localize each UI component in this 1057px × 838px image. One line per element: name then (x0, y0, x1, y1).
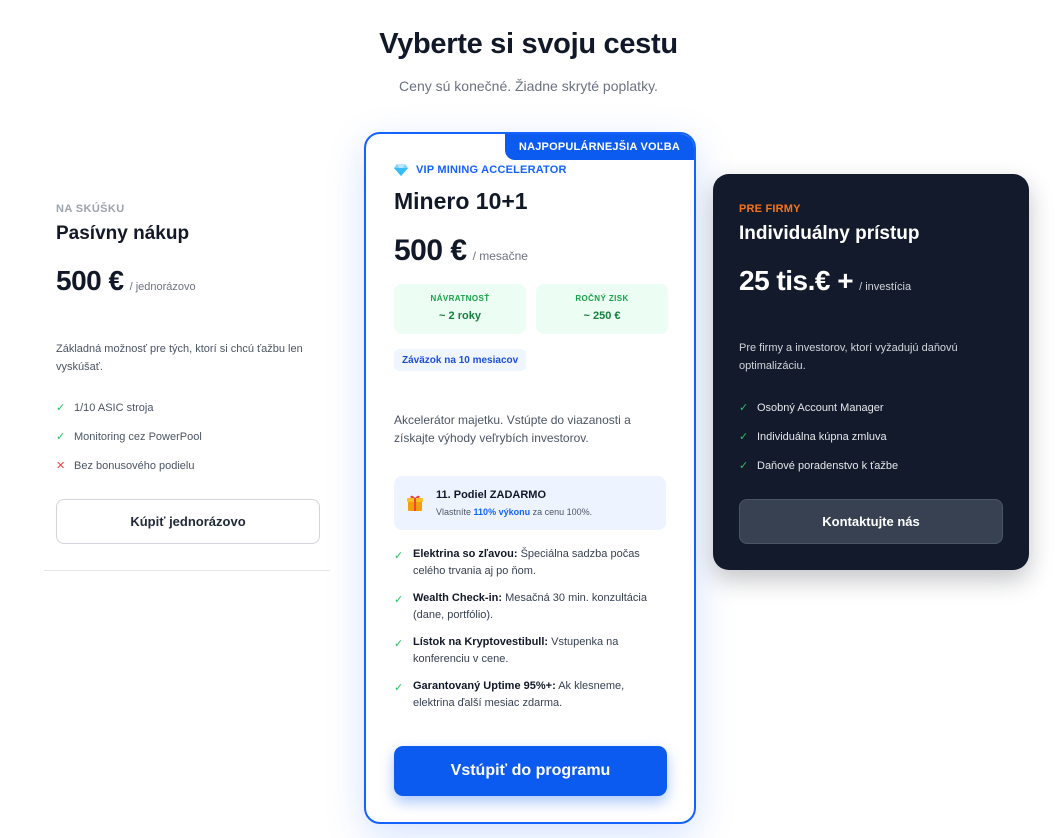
feature-text: Individuálna kúpna zmluva (757, 430, 887, 443)
bonus-subtitle: Vlastníte 110% výkonu za cenu 100%. (436, 507, 592, 517)
stat-label: ROČNÝ ZISK (575, 294, 629, 303)
plan-name: Minero 10+1 (394, 188, 528, 214)
feature-item: ✓ Garantovaný Uptime 95%+: Ak klesneme, … (394, 678, 664, 722)
feature-title: Elektrina so zľavou: (413, 548, 518, 560)
feature-list: ✓ 1/10 ASIC stroja ✓ Monitoring cez Powe… (56, 393, 202, 480)
stats-row: NÁVRATNOSŤ ~ 2 roky ROČNÝ ZISK ~ 250 € (394, 284, 668, 334)
plan-period: / jednorázovo (129, 281, 196, 293)
bonus-highlight: 110% výkonu (473, 507, 531, 517)
plan-description: Akcelerátor majetku. Vstúpte do viazanos… (394, 413, 631, 445)
price-row: 25 tis.€ + / investícia (739, 265, 911, 297)
contact-us-button[interactable]: Kontaktujte nás (739, 499, 1003, 544)
feature-title: Garantovaný Uptime 95%+: (413, 680, 556, 692)
plan-period: / mesačne (472, 249, 528, 263)
feature-item: ✓ Osobný Account Manager (739, 393, 898, 422)
commitment-badge: Záväzok na 10 mesiacov (394, 349, 527, 371)
check-icon: ✓ (56, 431, 66, 443)
buy-once-button[interactable]: Kúpiť jednorázovo (56, 499, 320, 544)
plan-card-basic: NA SKÚŠKU Pasívny nákup 500 € / jednoráz… (44, 175, 330, 571)
feature-text: Wealth Check-in: Mesačná 30 min. konzult… (413, 590, 664, 624)
feature-text: 1/10 ASIC stroja (74, 401, 154, 414)
bonus-title: 11. Podiel ZADARMO (436, 489, 547, 501)
plan-period: / investícia (859, 281, 912, 293)
popular-badge: NAJPOPULÁRNEJŠIA VOĽBA (504, 134, 694, 160)
diamond-icon (394, 164, 408, 176)
feature-text: Lístok na Kryptovestibull: Vstupenka na … (413, 634, 664, 668)
stat-label: NÁVRATNOSŤ (430, 294, 490, 303)
bonus-text: 11. Podiel ZADARMO Vlastníte 110% výkonu… (436, 489, 592, 517)
feature-text: Osobný Account Manager (757, 401, 884, 414)
stat-value: ~ 250 € (583, 310, 621, 322)
plan-name: Pasívny nákup (56, 223, 190, 244)
bonus-sub-suffix: za cenu 100%. (532, 507, 593, 517)
feature-text: Daňové poradenstvo k ťažbe (757, 459, 899, 472)
plan-description: Pre firmy a investorov, ktorí vyžadujú d… (739, 342, 958, 372)
page-subtitle: Ceny sú konečné. Žiadne skryté poplatky. (399, 78, 658, 94)
feature-item: ✓ Elektrina so zľavou: Špeciálna sadzba … (394, 546, 664, 590)
feature-text: Bez bonusového podielu (74, 459, 195, 472)
plan-description: Základná možnosť pre tých, ktorí si chcú… (56, 343, 303, 373)
price-row: 500 € / mesačne (394, 234, 528, 268)
feature-title: Lístok na Kryptovestibull: (413, 636, 549, 648)
feature-item: ✓ Wealth Check-in: Mesačná 30 min. konzu… (394, 590, 664, 634)
plan-tag: VIP MINING ACCELERATOR (416, 164, 567, 176)
vip-tag-row: VIP MINING ACCELERATOR (394, 164, 567, 176)
stat-payback: NÁVRATNOSŤ ~ 2 roky (394, 284, 526, 334)
feature-item: ✓ Monitoring cez PowerPool (56, 422, 202, 451)
feature-text: Garantovaný Uptime 95%+: Ak klesneme, el… (413, 678, 664, 712)
plan-tag: PRE FIRMY (739, 203, 801, 215)
bonus-box: 11. Podiel ZADARMO Vlastníte 110% výkonu… (394, 476, 666, 530)
plan-price: 25 tis.€ + (739, 265, 854, 296)
stat-value: ~ 2 roky (439, 310, 481, 322)
stat-yearly-profit: ROČNÝ ZISK ~ 250 € (536, 284, 668, 334)
gift-icon (407, 495, 423, 511)
feature-text: Monitoring cez PowerPool (74, 430, 202, 443)
feature-item: ✕ Bez bonusového podielu (56, 451, 202, 480)
check-icon: ✓ (394, 638, 404, 650)
plan-price: 500 € (56, 265, 124, 296)
check-icon: ✓ (739, 431, 749, 443)
feature-item: ✓ Individuálna kúpna zmluva (739, 422, 898, 451)
check-icon: ✓ (56, 402, 66, 414)
check-icon: ✓ (739, 402, 749, 414)
price-row: 500 € / jednorázovo (56, 265, 196, 297)
bonus-sub-prefix: Vlastníte (436, 507, 472, 517)
plan-tag: NA SKÚŠKU (56, 203, 125, 215)
feature-item: ✓ 1/10 ASIC stroja (56, 393, 202, 422)
check-icon: ✓ (739, 460, 749, 472)
check-icon: ✓ (394, 550, 404, 562)
feature-item: ✓ Lístok na Kryptovestibull: Vstupenka n… (394, 634, 664, 678)
plan-price: 500 € (394, 234, 467, 267)
feature-title: Wealth Check-in: (413, 592, 503, 604)
check-icon: ✓ (394, 682, 404, 694)
plan-card-business: PRE FIRMY Individuálny prístup 25 tis.€ … (713, 174, 1029, 570)
feature-list: ✓ Osobný Account Manager ✓ Individuálna … (739, 393, 898, 480)
join-program-button[interactable]: Vstúpiť do programu (394, 746, 667, 796)
check-icon: ✓ (394, 594, 404, 606)
page-title: Vyberte si svoju cestu (379, 28, 678, 60)
plan-name: Individuálny prístup (739, 223, 920, 244)
feature-item: ✓ Daňové poradenstvo k ťažbe (739, 451, 898, 480)
feature-list: ✓ Elektrina so zľavou: Špeciálna sadzba … (394, 546, 664, 722)
feature-text: Elektrina so zľavou: Špeciálna sadzba po… (413, 546, 664, 580)
cross-icon: ✕ (56, 460, 66, 472)
plan-card-vip: NAJPOPULÁRNEJŠIA VOĽBA VIP MINING ACCELE… (364, 132, 696, 824)
